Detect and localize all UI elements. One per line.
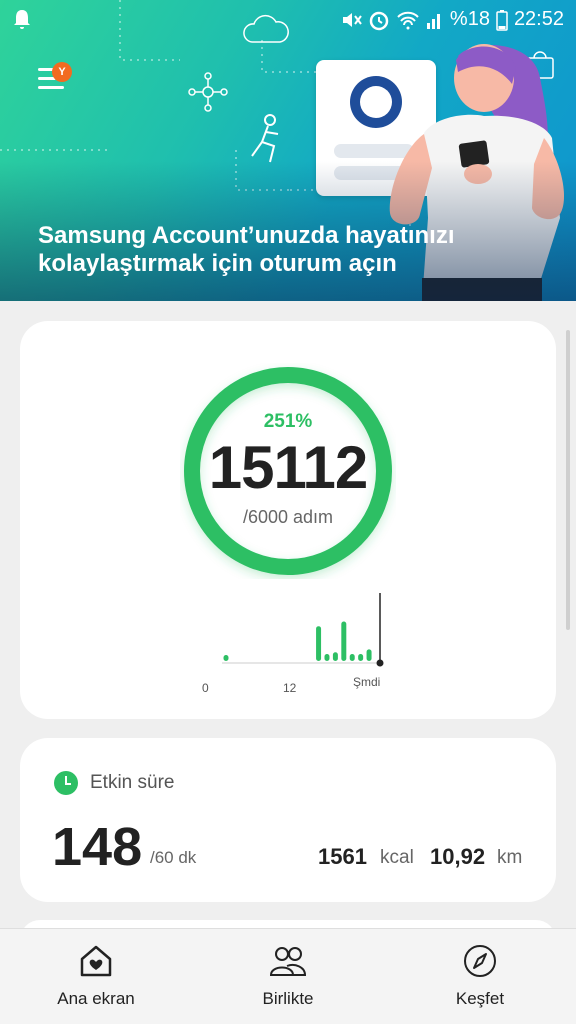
nav-together-label: Birlikte <box>262 989 314 1008</box>
bottom-navigation: Ana ekran Birlikte Keşfet <box>0 928 576 1024</box>
calories-unit: kcal <box>380 847 414 868</box>
calories-value: 1561 <box>318 844 367 869</box>
x-tick-12: 12 <box>283 681 297 695</box>
home-icon <box>80 945 112 977</box>
chart-bar-hour-0 <box>223 655 229 661</box>
steps-count: 15112 <box>208 434 369 501</box>
nav-discover[interactable]: Keşfet <box>384 929 576 1024</box>
chart-bar-hour-16 <box>358 654 364 661</box>
battery-icon <box>496 9 508 31</box>
clock-icon <box>54 771 78 795</box>
steps-ring: 251% 15112 /6000 adım <box>180 363 396 579</box>
nav-discover-label: Keşfet <box>455 989 505 1008</box>
chart-bar-hour-14 <box>341 621 347 661</box>
people-icon <box>269 947 307 976</box>
banner-title: Samsung Account’unuzda hayatınızı kolayl… <box>38 222 455 277</box>
distance-unit: km <box>497 847 523 868</box>
steps-card[interactable]: 251% 15112 /6000 adım 0 12 Şmdi <box>20 321 556 719</box>
distance-value: 10,92 <box>430 844 486 869</box>
x-tick-now: Şmdi <box>353 675 381 689</box>
active-goal: /60 dk <box>150 848 197 867</box>
chart-bar-hour-15 <box>349 654 355 661</box>
battery-percent: %18 <box>449 8 490 30</box>
scrollbar[interactable] <box>566 330 570 630</box>
active-time-label: Etkin süre <box>90 772 175 793</box>
nav-home[interactable]: Ana ekran <box>0 929 192 1024</box>
chart-bar-hour-11 <box>316 626 322 661</box>
steps-percent: 251% <box>263 411 313 432</box>
active-time-card[interactable]: Etkin süre 148 /60 dk 1561 kcal 10,92 km <box>20 738 556 902</box>
compass-icon <box>464 945 496 977</box>
clock-time: 22:52 <box>513 8 564 30</box>
hourly-steps-chart: 0 12 Şmdi <box>196 593 396 695</box>
now-marker-dot <box>376 659 384 667</box>
signal-icon <box>426 13 440 29</box>
nav-together[interactable]: Birlikte <box>192 929 384 1024</box>
x-tick-0: 0 <box>202 681 209 695</box>
chart-bar-hour-13 <box>332 652 338 661</box>
status-bar: %18 22:52 <box>0 0 576 40</box>
chart-bar-hour-17 <box>366 649 372 661</box>
active-minutes: 148 <box>52 817 143 877</box>
mute-icon <box>342 12 362 27</box>
notification-bell-icon <box>14 10 30 29</box>
alarm-icon <box>369 11 389 30</box>
login-banner[interactable]: %18 22:52 Y Samsung Account’unuzda hayat… <box>0 0 576 301</box>
chart-bar-hour-12 <box>324 654 330 661</box>
menu-badge: Y <box>52 62 72 82</box>
wifi-icon <box>397 11 419 29</box>
hourly-steps-plot <box>222 593 384 667</box>
steps-goal: /6000 adım <box>242 507 334 527</box>
nav-home-label: Ana ekran <box>57 989 135 1008</box>
